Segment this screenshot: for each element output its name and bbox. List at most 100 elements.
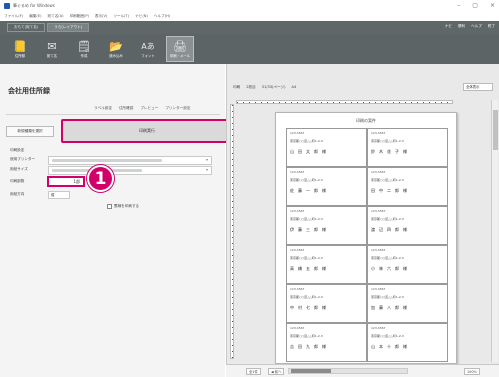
- tab-front[interactable]: おもて(宛て名): [7, 23, 46, 32]
- address-button[interactable]: ✉ 宛て名: [38, 36, 66, 62]
- tab-preview[interactable]: プレビュー: [140, 106, 158, 111]
- label-zip: 123-4567: [371, 248, 386, 252]
- tab-back[interactable]: うら(レイアウト): [47, 23, 90, 32]
- zoom-select[interactable]: 全体表示: [463, 83, 493, 91]
- help-link-benri[interactable]: 便利: [458, 24, 465, 29]
- panel-title: 会社用住所録: [8, 87, 50, 95]
- label-address: 東京都○○区△△町1-2-3: [371, 334, 404, 338]
- printer-label: 使用プリンター: [10, 157, 36, 161]
- label-address: 東京都○○区△△町1-2-3: [290, 334, 323, 338]
- preview-paper: A4: [291, 85, 297, 89]
- zoom-level[interactable]: 100%: [464, 368, 480, 375]
- menu-edit[interactable]: 編集(E): [29, 14, 41, 19]
- chevron-down-icon: ▾: [205, 167, 208, 172]
- tab-address-check[interactable]: 住所確認: [119, 106, 133, 111]
- label-name: 高橋五郎様: [290, 266, 330, 271]
- step-badge-1: 1: [87, 165, 114, 192]
- preview-mode: 印刷: [233, 85, 241, 89]
- label-address: 東京都○○区△△町1-2-3: [371, 256, 404, 260]
- page-title: 印刷の案件: [356, 118, 376, 123]
- horizontal-scrollbar[interactable]: [288, 368, 408, 374]
- printer-select[interactable]: ▾: [48, 156, 212, 165]
- label-name: 鈴木花子様: [371, 149, 411, 154]
- create-button[interactable]: 🗒 作成: [70, 36, 98, 62]
- maximize-button[interactable]: ▢: [472, 2, 478, 9]
- preview-panel: 印刷 2枚目 31/33(ページ) A4 全体表示 印刷の案件 123-4567…: [226, 64, 499, 377]
- ribbon-label: 印刷・メール: [169, 53, 191, 58]
- vertical-scrollbar[interactable]: [491, 100, 498, 362]
- scroll-thumb[interactable]: [493, 110, 498, 150]
- label-cell: 123-4567 東京都○○区△△町1-2-3 吉田九郎様: [286, 323, 367, 362]
- minimize-button[interactable]: –: [457, 2, 460, 9]
- label-zip: 123-4567: [371, 287, 386, 291]
- label-address: 東京都○○区△△町1-2-3: [371, 139, 404, 143]
- menu-navi[interactable]: ナビ(N): [135, 14, 148, 19]
- copies-input[interactable]: 1部: [47, 176, 85, 187]
- help-link-navi[interactable]: ナビ: [445, 24, 452, 29]
- menu-bar: ファイル(F) 編集(E) 宛て名(A) 印刷範囲(P) 表示(V) ツール(T…: [0, 12, 499, 21]
- ribbon-label: 作成: [80, 53, 88, 58]
- preview-status-bar: 全1件 ◀ 前へ 100%: [226, 364, 499, 377]
- menu-file[interactable]: ファイル(F): [4, 14, 23, 19]
- address-book-button[interactable]: 📒 住所録: [6, 36, 34, 62]
- title-bar: 筆ぐるめ for Windows – ▢ ×: [0, 0, 499, 12]
- print-execute-button[interactable]: 印刷実行: [61, 119, 233, 143]
- label-zip: 123-4567: [371, 170, 386, 174]
- label-cell: 123-4567 東京都○○区△△町1-2-3 山本十郎様: [367, 323, 448, 362]
- label-zip: 123-4567: [371, 131, 386, 135]
- help-link-exit[interactable]: 終了: [488, 24, 495, 29]
- prev-page-button[interactable]: ◀ 前へ: [268, 368, 285, 375]
- tab-printer-settings[interactable]: プリンター設定: [165, 106, 190, 111]
- label-address: 東京都○○区△△町1-2-3: [290, 256, 323, 260]
- menu-view[interactable]: 表示(V): [95, 14, 107, 19]
- label-name: 佐藤一郎様: [290, 188, 330, 193]
- label-zip: 123-4567: [290, 170, 305, 174]
- paper-size-label: 用紙サイズ: [10, 167, 28, 171]
- copies-label: 印刷部数: [10, 179, 25, 183]
- scroll-thumb[interactable]: [291, 369, 331, 373]
- settings-tabs: ラベル設定 住所確認 プレビュー プリンター設定: [94, 106, 190, 111]
- label-zip: 123-4567: [290, 209, 305, 213]
- label-address: 東京都○○区△△町1-2-3: [290, 295, 323, 299]
- print-border-checkbox[interactable]: [107, 204, 112, 209]
- paper-size-select[interactable]: ▾: [48, 166, 212, 175]
- label-name: 山本十郎様: [371, 344, 411, 349]
- menu-print-range[interactable]: 印刷範囲(P): [70, 14, 89, 19]
- label-zip: 123-4567: [371, 209, 386, 213]
- menu-tools[interactable]: ツール(T): [113, 14, 129, 19]
- font-icon: Aあ: [141, 41, 155, 51]
- label-name: 田中二郎様: [371, 188, 411, 193]
- divider: [6, 114, 220, 115]
- help-link-help[interactable]: ヘルプ: [471, 24, 482, 29]
- label-name: 伊藤三郎様: [290, 227, 330, 232]
- ribbon-label: 宛て名: [46, 53, 58, 58]
- label-name: 吉田九郎様: [290, 344, 330, 349]
- label-name: 加藤八郎様: [371, 305, 411, 310]
- paper-direction-label: 用紙方向: [10, 192, 25, 196]
- label-address: 東京都○○区△△町1-2-3: [371, 178, 404, 182]
- label-address: 東京都○○区△△町1-2-3: [290, 217, 323, 221]
- menu-address[interactable]: 宛て名(A): [48, 14, 64, 19]
- close-button[interactable]: ×: [490, 2, 495, 9]
- horizontal-ruler: [236, 100, 453, 104]
- tab-label-settings[interactable]: ラベル設定: [94, 106, 112, 111]
- label-name: 中村七郎様: [290, 305, 330, 310]
- preview-header: 印刷 2枚目 31/33(ページ) A4: [233, 85, 296, 90]
- ribbon-label: 読み込み: [109, 53, 123, 58]
- label-cell: 123-4567 東京都○○区△△町1-2-3 田中二郎様: [367, 167, 448, 206]
- ribbon-label: フォント: [141, 53, 155, 58]
- book-icon: 📒: [13, 39, 27, 53]
- print-mail-button[interactable]: 🖨 印刷・メール: [166, 36, 194, 62]
- font-button[interactable]: Aあ フォント: [134, 36, 162, 62]
- load-button[interactable]: 📂 読み込み: [102, 36, 130, 62]
- print-settings-panel: 会社用住所録 ラベル設定 住所確認 プレビュー プリンター設定 新規種類を選択 …: [0, 64, 233, 377]
- preview-page-count: 31/33(ページ): [261, 85, 286, 89]
- select-type-button[interactable]: 新規種類を選択: [6, 126, 54, 137]
- menu-help[interactable]: ヘルプ(H): [154, 14, 170, 19]
- label-address: 東京都○○区△△町1-2-3: [371, 295, 404, 299]
- paper-direction-select[interactable]: 縦: [48, 191, 70, 199]
- label-cell: 123-4567 東京都○○区△△町1-2-3 山田太郎様: [286, 128, 367, 167]
- ribbon-label: 住所録: [14, 53, 26, 58]
- label-grid: 123-4567 東京都○○区△△町1-2-3 山田太郎様 123-4567 東京都○…: [286, 128, 448, 362]
- app-icon: [4, 3, 10, 9]
